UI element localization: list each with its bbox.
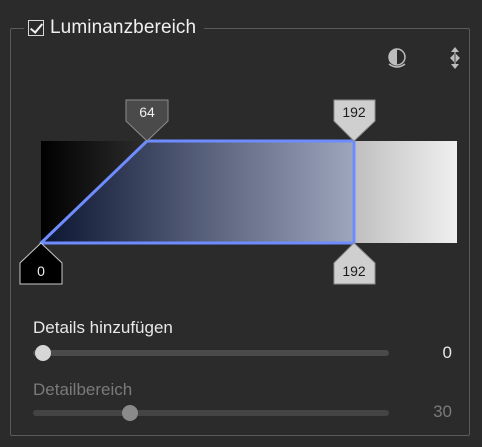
marker-bottom-left-label: 0 <box>37 263 45 279</box>
move-arrows-icon[interactable] <box>441 44 469 72</box>
details-slider-thumb[interactable] <box>35 345 51 361</box>
detail-range-value: 30 <box>433 402 452 421</box>
details-label: Details hinzufügen <box>33 318 173 337</box>
marker-top-right-label: 192 <box>342 104 366 120</box>
marker-bottom-right-label: 192 <box>342 263 366 279</box>
enable-checkbox[interactable] <box>28 20 44 36</box>
details-value: 0 <box>442 343 452 362</box>
details-slider-track[interactable] <box>33 350 389 356</box>
marker-top-left-label: 64 <box>139 104 155 120</box>
panel-header: Luminanzbereich <box>24 14 205 42</box>
tone-mask-icon[interactable] <box>383 44 411 72</box>
panel-title: Luminanzbereich <box>50 17 197 38</box>
detail-range-slider-track[interactable] <box>33 410 389 416</box>
detail-range-label: Detailbereich <box>33 380 133 399</box>
